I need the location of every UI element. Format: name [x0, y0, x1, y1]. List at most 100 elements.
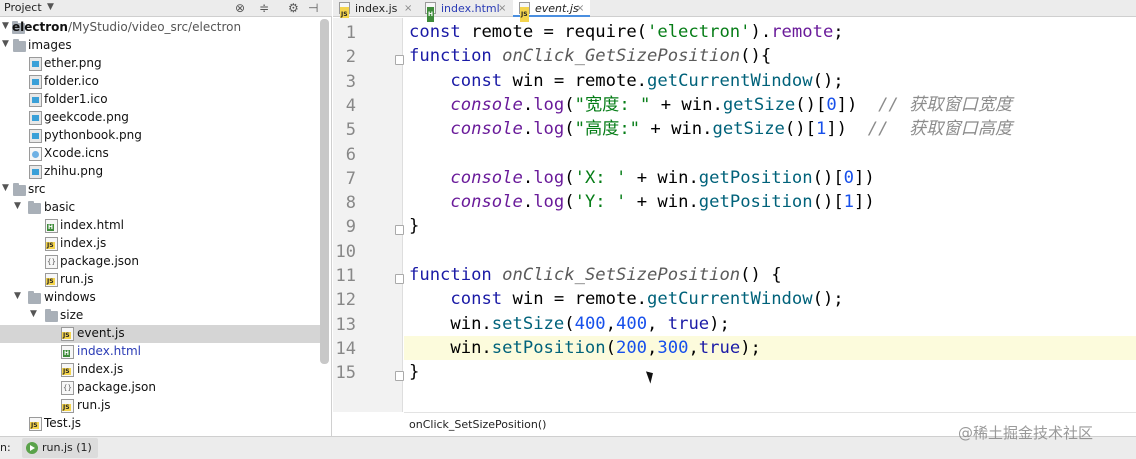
js-file-icon	[519, 2, 530, 22]
fold-icon[interactable]	[395, 371, 404, 382]
expand-arrow-icon[interactable]: ▼	[2, 183, 9, 193]
code-area[interactable]: const remote = require('electron').remot…	[404, 18, 1136, 412]
tree-item[interactable]: Xcode.icns	[0, 145, 320, 163]
image-file-icon	[29, 165, 42, 179]
tree-item[interactable]: package.json	[0, 379, 320, 397]
folder-icon	[28, 291, 41, 304]
code-line-text: const win = remote.getCurrentWindow();	[450, 289, 844, 310]
expand-arrow-icon[interactable]: ▼	[2, 39, 9, 49]
code-line-text: const remote = require('electron').remot…	[409, 22, 844, 42]
watermark: @稀土掘金技术社区	[958, 424, 1094, 442]
close-icon[interactable]: ×	[576, 1, 584, 16]
image-file-icon	[29, 75, 42, 89]
json-file-icon	[45, 255, 58, 269]
hide-icon[interactable]: ⊣	[308, 0, 318, 16]
tree-item[interactable]: ▼ images	[0, 37, 320, 55]
project-panel-scrollbar[interactable]	[320, 19, 329, 364]
code-line[interactable]: win.setSize(400,400, true);	[409, 312, 729, 336]
tree-item[interactable]: Test.js	[0, 415, 320, 433]
project-panel-title[interactable]: Project	[4, 1, 42, 14]
tree-item-label: zhihu.png	[44, 164, 104, 178]
tab-event-js[interactable]: event.js×	[513, 0, 590, 22]
tab-label: index.html	[441, 2, 500, 15]
fold-icon[interactable]	[395, 225, 404, 236]
tree-item[interactable]: index.html	[0, 343, 320, 361]
code-line[interactable]: console.log("高度:" + win.getSize()[1]) //…	[409, 117, 1012, 141]
tree-item[interactable]: ether.png	[0, 55, 320, 73]
icns-file-icon	[29, 147, 42, 161]
tree-item[interactable]: event.js	[0, 325, 320, 343]
code-line-text: function onClick_SetSizePosition() {	[409, 265, 782, 285]
tree-item-label: src	[28, 182, 46, 196]
code-line[interactable]: const remote = require('electron').remot…	[409, 20, 844, 44]
expand-arrow-icon[interactable]: ▼	[14, 201, 21, 211]
editor-tab-bar: index.js×index.html×event.js×	[333, 0, 1136, 22]
code-line[interactable]: const win = remote.getCurrentWindow();	[409, 69, 843, 93]
tree-item[interactable]: zhihu.png	[0, 163, 320, 181]
tree-item[interactable]: run.js	[0, 271, 320, 289]
expand-arrow-icon[interactable]: ▼	[14, 291, 21, 301]
tree-item[interactable]: ▼ electron/MyStudio/video_src/electron	[0, 19, 320, 37]
tree-item[interactable]: geekcode.png	[0, 109, 320, 127]
expand-arrow-icon[interactable]: ▼	[2, 21, 9, 31]
tree-item[interactable]: folder1.ico	[0, 91, 320, 109]
line-number: 1	[345, 23, 356, 43]
code-line[interactable]: }	[409, 360, 419, 384]
line-number: 14	[335, 338, 356, 359]
code-line[interactable]: }	[409, 214, 419, 238]
code-line[interactable]: function onClick_GetSizePosition(){	[409, 44, 771, 68]
fold-icon[interactable]	[395, 55, 404, 66]
collapse-icon[interactable]: ≑	[259, 0, 269, 16]
run-tab[interactable]: run.js (1)	[22, 438, 98, 458]
code-line-text: win.setPosition(200,300,true);	[409, 337, 761, 358]
fold-icon[interactable]	[395, 274, 404, 284]
code-line[interactable]: win.setPosition(200,300,true);	[409, 336, 761, 360]
tree-item[interactable]: index.js	[0, 361, 320, 379]
tree-item[interactable]: ▼ src	[0, 181, 320, 199]
tree-item[interactable]: folder.ico	[0, 73, 320, 91]
code-line[interactable]: console.log("宽度: " + win.getSize()[0]) /…	[409, 93, 1012, 117]
tree-item[interactable]: ▼ windows	[0, 289, 320, 307]
tree-item-label: basic	[44, 200, 76, 214]
line-number-gutter: 1 2 3 4 5 6 7 8 9 10 11 12 13 14 15	[333, 18, 404, 412]
line-number: 2	[345, 47, 356, 68]
tab-label: index.js	[355, 2, 398, 15]
tree-item[interactable]: run.js	[0, 397, 320, 415]
html-file-icon	[425, 2, 436, 22]
code-line[interactable]: function onClick_SetSizePosition() {	[409, 263, 782, 287]
code-line[interactable]: const win = remote.getCurrentWindow();	[409, 287, 844, 311]
tree-item-label: Test.js	[44, 416, 82, 430]
code-line[interactable]: console.log('X: ' + win.getPosition()[0]…	[409, 166, 874, 190]
line-number: 6	[345, 144, 356, 165]
image-file-icon	[29, 57, 42, 71]
tab-label: event.js	[535, 2, 579, 15]
gear-icon[interactable]: ⚙	[288, 0, 299, 16]
tree-item-label: folder.ico	[44, 74, 99, 88]
js-file-icon	[45, 237, 58, 251]
folder-icon	[45, 309, 58, 322]
tree-item-label: package.json	[60, 254, 140, 268]
tree-item[interactable]: index.js	[0, 235, 320, 253]
expand-arrow-icon[interactable]: ▼	[30, 309, 37, 319]
tree-item[interactable]: ▼ basic	[0, 199, 320, 217]
tree-item[interactable]: ▼ size	[0, 307, 320, 325]
tree-item-label: ether.png	[44, 56, 102, 70]
close-icon[interactable]: ×	[404, 1, 412, 16]
tree-item[interactable]: package.json	[0, 253, 320, 271]
tree-item[interactable]: pythonbook.png	[0, 127, 320, 145]
js-file-icon	[339, 2, 350, 22]
code-line[interactable]: console.log('Y: ' + win.getPosition()[1]…	[409, 190, 874, 214]
line-number: 5	[345, 120, 356, 141]
line-number: 10	[335, 241, 356, 262]
breadcrumb[interactable]: onClick_SetSizePosition()	[409, 418, 546, 431]
chevron-down-icon[interactable]: ▼	[47, 2, 54, 12]
tab-index-html[interactable]: index.html×	[419, 0, 512, 22]
settings-sync-icon[interactable]: ⊗	[235, 0, 245, 16]
tree-item-label: images	[28, 38, 72, 52]
line-number: 7	[345, 168, 356, 189]
folder-icon	[13, 39, 26, 52]
tree-item-label: run.js	[60, 272, 94, 286]
tab-index-js[interactable]: index.js ×	[333, 0, 418, 22]
tree-item[interactable]: index.html	[0, 217, 320, 235]
close-icon[interactable]: ×	[498, 1, 506, 16]
